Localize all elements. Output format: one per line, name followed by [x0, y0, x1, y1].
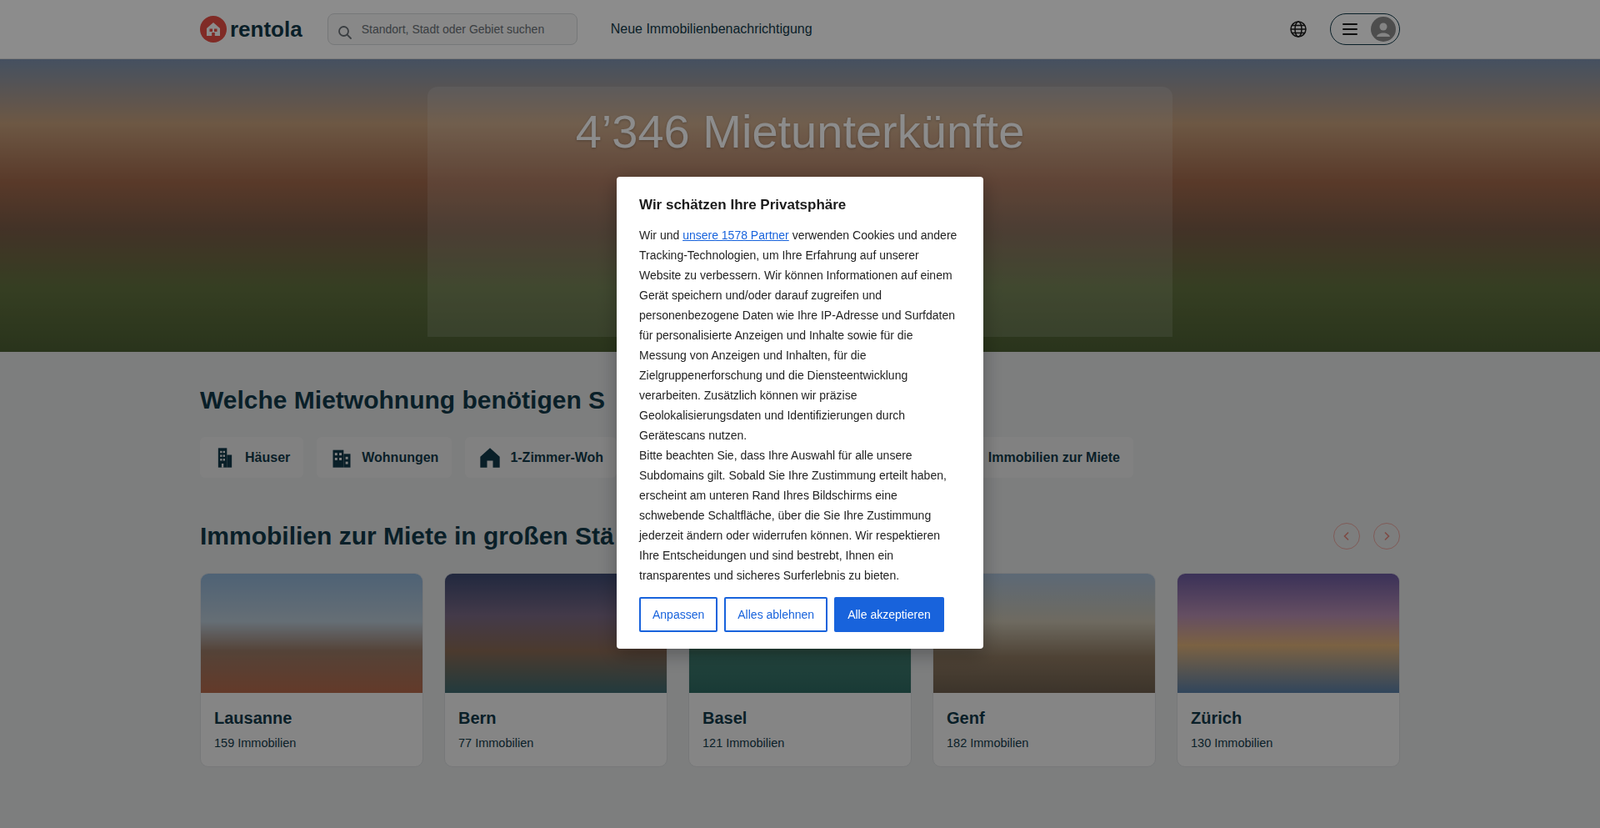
partners-link[interactable]: unsere 1578 Partner [682, 228, 790, 242]
consent-text-2: Bitte beachten Sie, dass Ihre Auswahl fü… [639, 445, 961, 585]
consent-title: Wir schätzen Ihre Privatsphäre [639, 195, 961, 215]
consent-overlay: Wir schätzen Ihre Privatsphäre Wir und un… [0, 0, 1600, 828]
consent-dialog: Wir schätzen Ihre Privatsphäre Wir und un… [616, 176, 984, 649]
accept-all-button[interactable]: Alle akzeptieren [834, 596, 945, 632]
reject-all-button[interactable]: Alles ablehnen [724, 596, 828, 632]
consent-text: Wir und unsere 1578 Partner verwenden Co… [639, 225, 961, 445]
consent-buttons: AnpassenAlles ablehnenAlle akzeptieren [639, 596, 961, 632]
customize-button[interactable]: Anpassen [639, 596, 718, 632]
